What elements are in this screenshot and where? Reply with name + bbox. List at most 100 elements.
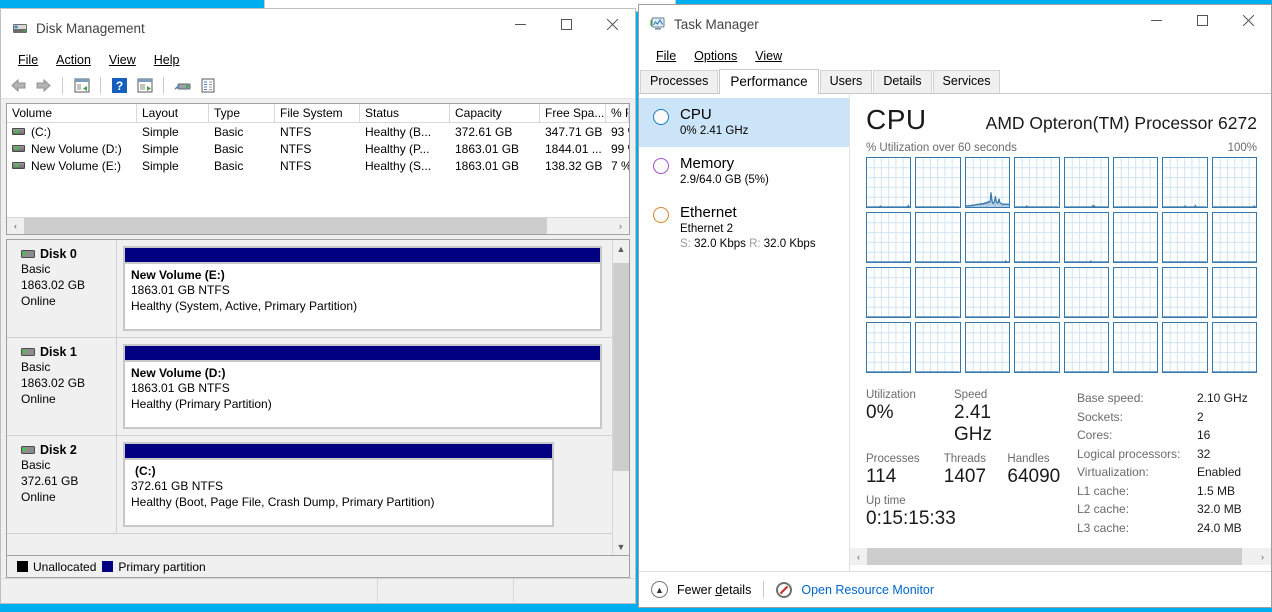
close-icon[interactable]	[589, 8, 635, 40]
menu-view[interactable]: View	[746, 46, 791, 66]
disk-management-toolbar[interactable]: ?	[1, 73, 635, 99]
cpu-core-graph[interactable]	[915, 157, 961, 208]
scroll-thumb[interactable]	[24, 218, 548, 234]
back-icon[interactable]	[7, 75, 30, 97]
cpu-core-graph[interactable]	[915, 212, 961, 263]
task-manager-titlebar[interactable]: Task Manager	[639, 5, 1271, 43]
cpu-core-graph[interactable]	[1063, 267, 1109, 318]
cpu-core-graph[interactable]	[866, 157, 912, 208]
menu-options[interactable]: Options	[685, 46, 746, 66]
task-manager-menubar[interactable]: File Options View	[639, 43, 1271, 69]
scroll-thumb[interactable]	[867, 548, 1243, 565]
help-icon[interactable]: ?	[108, 75, 131, 97]
scroll-right-icon[interactable]: ›	[612, 218, 629, 234]
task-manager-footer[interactable]: ▲ Fewer details Open Resource Monitor	[639, 571, 1271, 607]
resource-monitor-icon[interactable]	[776, 581, 793, 598]
tab-details[interactable]: Details	[873, 70, 932, 93]
column-header-volume[interactable]: Volume	[7, 104, 137, 123]
partition-block[interactable]: New Volume (D:) 1863.01 GB NTFS Healthy …	[123, 344, 602, 429]
task-manager-tabs[interactable]: Processes Performance Users Details Serv…	[639, 69, 1271, 94]
properties-icon[interactable]	[196, 75, 219, 97]
partition-block[interactable]: (C:) 372.61 GB NTFS Healthy (Boot, Page …	[123, 442, 555, 527]
show-hide-console-tree-icon[interactable]	[70, 75, 93, 97]
cpu-core-graph[interactable]	[1014, 322, 1060, 373]
cpu-core-graph[interactable]	[1112, 157, 1159, 208]
scroll-track[interactable]	[867, 548, 1254, 565]
logical-processor-graphs[interactable]	[866, 157, 1257, 373]
cpu-core-graph[interactable]	[1211, 267, 1257, 318]
scroll-track[interactable]	[613, 257, 629, 538]
table-row[interactable]: New Volume (E:) Simple Basic NTFS Health…	[7, 157, 629, 174]
cpu-core-graph[interactable]	[915, 267, 961, 318]
cpu-core-graph[interactable]	[1063, 212, 1109, 263]
column-header-free-space[interactable]: Free Spa...	[540, 104, 606, 123]
cpu-core-graph[interactable]	[1162, 212, 1208, 263]
scroll-left-icon[interactable]: ‹	[7, 218, 24, 234]
minimize-icon[interactable]	[1133, 4, 1179, 36]
cpu-core-graph[interactable]	[1112, 322, 1159, 373]
chevron-up-icon[interactable]: ▲	[651, 581, 668, 598]
cpu-core-graph[interactable]	[866, 212, 912, 263]
fewer-details-button[interactable]: Fewer details	[677, 583, 751, 597]
disk-row[interactable]: Disk 0 Basic 1863.02 GB Online New Volum…	[7, 240, 612, 338]
volume-list-horizontal-scrollbar[interactable]: ‹ ›	[7, 217, 629, 234]
open-resource-monitor-link[interactable]: Open Resource Monitor	[801, 583, 934, 597]
cpu-core-graph[interactable]	[964, 267, 1011, 318]
maximize-icon[interactable]	[1179, 4, 1225, 36]
scroll-up-icon[interactable]: ▲	[613, 240, 629, 257]
disk-row[interactable]: Disk 2 Basic 372.61 GB Online (C:) 372.6…	[7, 436, 612, 534]
cpu-core-graph[interactable]	[1162, 322, 1208, 373]
task-manager-window[interactable]: Task Manager File Options View Processes…	[638, 4, 1272, 608]
sidebar-item-ethernet[interactable]: Ethernet Ethernet 2 S: 32.0 Kbps R: 32.0…	[639, 196, 849, 260]
cpu-core-graph[interactable]	[1211, 212, 1257, 263]
task-manager-window-controls[interactable]	[1133, 4, 1271, 44]
scroll-down-icon[interactable]: ▼	[613, 538, 629, 555]
cpu-core-graph[interactable]	[1014, 212, 1060, 263]
disk-management-window[interactable]: Disk Management File Action View Help ? …	[0, 8, 636, 604]
cpu-core-graph[interactable]	[1112, 267, 1159, 318]
column-header-type[interactable]: Type	[209, 104, 275, 123]
table-row[interactable]: (C:) Simple Basic NTFS Healthy (B... 372…	[7, 123, 629, 140]
cpu-core-graph[interactable]	[1112, 212, 1159, 263]
rescan-disks-icon[interactable]	[171, 75, 194, 97]
column-header-percent-free[interactable]: % F	[606, 104, 629, 123]
cpu-core-graph[interactable]	[964, 157, 1011, 208]
volume-table-header[interactable]: Volume Layout Type File System Status Ca…	[7, 104, 629, 123]
cpu-core-graph[interactable]	[1014, 157, 1060, 208]
detail-horizontal-scrollbar[interactable]: ‹ ›	[850, 548, 1271, 565]
scroll-right-icon[interactable]: ›	[1254, 548, 1271, 565]
cpu-core-graph[interactable]	[915, 322, 961, 373]
show-hide-action-pane-icon[interactable]	[133, 75, 156, 97]
column-header-file-system[interactable]: File System	[275, 104, 360, 123]
maximize-icon[interactable]	[543, 8, 589, 40]
menu-action[interactable]: Action	[47, 50, 100, 70]
close-icon[interactable]	[1225, 4, 1271, 36]
tab-performance[interactable]: Performance	[719, 69, 819, 94]
disk-info[interactable]: Disk 1 Basic 1863.02 GB Online	[7, 338, 117, 435]
disk-management-menubar[interactable]: File Action View Help	[1, 47, 635, 73]
volume-list-pane[interactable]: Volume Layout Type File System Status Ca…	[6, 103, 630, 235]
menu-help[interactable]: Help	[145, 50, 189, 70]
menu-file[interactable]: File	[9, 50, 47, 70]
disk-row[interactable]: Disk 1 Basic 1863.02 GB Online New Volum…	[7, 338, 612, 436]
tab-services[interactable]: Services	[932, 70, 1001, 93]
tab-processes[interactable]: Processes	[640, 70, 719, 93]
forward-icon[interactable]	[32, 75, 55, 97]
cpu-core-graph[interactable]	[1162, 267, 1208, 318]
scroll-thumb[interactable]	[613, 262, 629, 471]
disk-management-window-controls[interactable]	[497, 8, 635, 48]
disk-graphical-view[interactable]: Disk 0 Basic 1863.02 GB Online New Volum…	[6, 239, 630, 556]
cpu-core-graph[interactable]	[964, 322, 1011, 373]
cpu-core-graph[interactable]	[1162, 157, 1208, 208]
cpu-core-graph[interactable]	[1211, 157, 1257, 208]
table-row[interactable]: New Volume (D:) Simple Basic NTFS Health…	[7, 140, 629, 157]
scroll-track[interactable]	[24, 218, 612, 234]
disk-management-titlebar[interactable]: Disk Management	[1, 9, 635, 47]
column-header-capacity[interactable]: Capacity	[450, 104, 540, 123]
scroll-left-icon[interactable]: ‹	[850, 548, 867, 565]
column-header-status[interactable]: Status	[360, 104, 450, 123]
cpu-core-graph[interactable]	[964, 212, 1011, 263]
minimize-icon[interactable]	[497, 8, 543, 40]
disk-info[interactable]: Disk 2 Basic 372.61 GB Online	[7, 436, 117, 533]
menu-view[interactable]: View	[100, 50, 145, 70]
